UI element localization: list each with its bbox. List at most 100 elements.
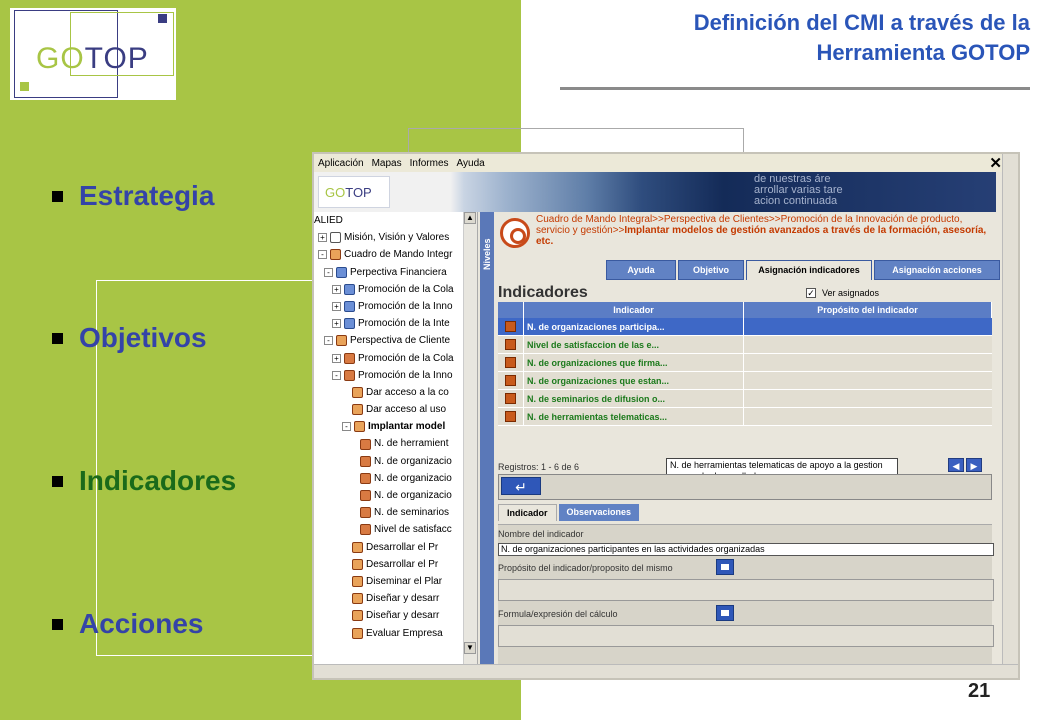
bullet-square xyxy=(52,475,63,487)
tree-item[interactable]: + Misión, Visión y Valores xyxy=(314,229,477,246)
ver-asignados-option[interactable]: ✓ Ver asignados xyxy=(806,288,879,298)
tree-item[interactable]: + Promoción de la Cola xyxy=(314,350,477,367)
tab-ayuda[interactable]: Ayuda xyxy=(606,260,676,280)
collapse-icon[interactable]: - xyxy=(324,267,333,277)
next-icon[interactable]: ▶ xyxy=(966,458,982,472)
table-row[interactable]: N. de herramientas telematicas... xyxy=(498,408,992,426)
expand-icon[interactable]: + xyxy=(318,233,327,243)
tree-node-icon xyxy=(360,507,371,519)
title-rule xyxy=(560,87,1030,90)
expand-icon[interactable]: + xyxy=(332,302,341,312)
tab-indicador[interactable]: Indicador xyxy=(498,504,557,521)
tree-item[interactable]: N. de organizacio xyxy=(314,453,477,470)
bullet-square xyxy=(52,618,63,630)
scroll-up-icon[interactable]: ▲ xyxy=(464,212,476,224)
window-horizontal-scrollbar[interactable] xyxy=(314,664,1018,678)
collapse-icon[interactable]: - xyxy=(332,370,341,380)
tree-item[interactable]: - Perpectiva Financiera xyxy=(314,264,477,281)
tree-item[interactable]: + Promoción de la Inte xyxy=(314,315,477,332)
table-row[interactable]: N. de seminarios de difusion o... xyxy=(498,390,992,408)
tree-item[interactable]: - Promoción de la Inno xyxy=(314,367,477,384)
tree-item[interactable]: + Promoción de la Cola xyxy=(314,281,477,298)
niveles-side-tab[interactable]: Niveles xyxy=(480,212,494,668)
tab-observaciones[interactable]: Observaciones xyxy=(558,504,640,521)
tree-item[interactable]: Dar acceso al uso xyxy=(314,401,477,418)
table-row[interactable]: N. de organizaciones que firma... xyxy=(498,354,992,372)
indicator-row-icon xyxy=(498,336,524,353)
indicator-icon xyxy=(505,321,516,332)
tree-root[interactable]: ALIED xyxy=(314,212,477,229)
tree-item-label: Promoción de la Inno xyxy=(358,300,453,312)
bullet-label: Indicadores xyxy=(79,465,237,496)
indicator-row-icon xyxy=(498,318,524,335)
tree-item-label: Nivel de satisfacc xyxy=(374,524,452,536)
collapse-icon[interactable]: - xyxy=(342,422,351,432)
tree-item[interactable]: N. de herramient xyxy=(314,435,477,452)
tree-item[interactable]: - Implantar model xyxy=(314,418,477,435)
tree-item[interactable]: Dar acceso a la co xyxy=(314,384,477,401)
tree-item[interactable]: N. de seminarios xyxy=(314,504,477,521)
title-line-2: Herramienta GOTOP xyxy=(816,40,1030,65)
header-indicador[interactable]: Indicador xyxy=(524,302,744,318)
logo-go: GO xyxy=(36,42,85,75)
tree-item[interactable]: N. de organizacio xyxy=(314,487,477,504)
tree-vertical-scrollbar[interactable]: ▲ ▼ xyxy=(463,212,477,668)
edit-proposito-icon[interactable] xyxy=(716,559,734,575)
tree-item[interactable]: Diseñar y desarr xyxy=(314,607,477,624)
table-row[interactable]: Nivel de satisfaccion de las e... xyxy=(498,336,992,354)
logo-dot-green xyxy=(20,82,29,91)
tree-item[interactable]: Nivel de satisfacc xyxy=(314,521,477,538)
tree-node-icon xyxy=(344,318,355,330)
window-vertical-scrollbar[interactable] xyxy=(1002,154,1018,678)
header-proposito[interactable]: Propósito del indicador xyxy=(744,302,992,318)
tree-item-label: Diseminar el Plar xyxy=(366,575,443,587)
tree-item-label: Promoción de la Inno xyxy=(358,369,453,381)
tree-node-icon xyxy=(330,232,341,244)
tree-item[interactable]: Diseminar el Plar xyxy=(314,573,477,590)
menu-ayuda[interactable]: Ayuda xyxy=(457,158,485,169)
scroll-down-icon[interactable]: ▼ xyxy=(464,642,476,654)
menu-aplicacion[interactable]: Aplicación xyxy=(318,158,364,169)
formula-textarea[interactable] xyxy=(498,625,994,647)
cell-indicador: N. de organizaciones participa... xyxy=(524,318,744,335)
collapse-icon[interactable]: - xyxy=(324,336,333,346)
header-icon-col xyxy=(498,302,524,318)
cell-proposito xyxy=(744,336,992,353)
tab-asignacion-indicadores[interactable]: Asignación indicadores xyxy=(746,260,872,280)
edit-formula-icon[interactable] xyxy=(716,605,734,621)
tab-objetivo[interactable]: Objetivo xyxy=(678,260,744,280)
collapse-icon[interactable]: - xyxy=(318,250,327,260)
close-icon[interactable]: ✕ xyxy=(989,154,1002,172)
tree-item-label: Evaluar Empresa xyxy=(366,627,443,639)
frame-line-top-right xyxy=(408,128,744,152)
tree-item[interactable]: - Cuadro de Mando Integr xyxy=(314,246,477,263)
tree-item[interactable]: Desarrollar el Pr xyxy=(314,539,477,556)
expand-icon[interactable]: + xyxy=(332,353,341,363)
tree-item[interactable]: N. de organizacio xyxy=(314,470,477,487)
menu-informes[interactable]: Informes xyxy=(410,158,449,169)
back-button[interactable]: ↵ xyxy=(501,477,541,495)
tree-node-icon xyxy=(360,438,371,450)
nombre-input[interactable]: N. de organizaciones participantes en la… xyxy=(498,543,994,556)
proposito-textarea[interactable] xyxy=(498,579,994,601)
expand-icon[interactable]: + xyxy=(332,319,341,329)
table-row[interactable]: N. de organizaciones que estan... xyxy=(498,372,992,390)
tree-item[interactable]: Evaluar Empresa xyxy=(314,625,477,642)
nombre-label: Nombre del indicador xyxy=(498,529,584,539)
table-row[interactable]: N. de organizaciones participa... xyxy=(498,318,992,336)
ver-asignados-checkbox[interactable]: ✓ xyxy=(806,288,816,298)
tree-item[interactable]: - Perspectiva de Cliente xyxy=(314,332,477,349)
menu-mapas[interactable]: Mapas xyxy=(372,158,402,169)
tree-item[interactable]: + Promoción de la Inno xyxy=(314,298,477,315)
bullet-label: Acciones xyxy=(79,608,204,639)
bullet-square xyxy=(52,332,63,344)
tab-asignacion-acciones[interactable]: Asignación acciones xyxy=(874,260,1000,280)
tree-item[interactable]: Diseñar y desarr xyxy=(314,590,477,607)
prev-icon[interactable]: ◀ xyxy=(948,458,964,472)
cell-indicador: N. de seminarios de difusion o... xyxy=(524,390,744,407)
bullet-indicadores: Indicadores xyxy=(52,465,236,497)
expand-icon[interactable]: + xyxy=(332,284,341,294)
banner-text: de nuestras áre arrollar varias tare aci… xyxy=(754,174,843,207)
tree-item[interactable]: Desarrollar el Pr xyxy=(314,556,477,573)
tab-bar: Ayuda Objetivo Asignación indicadores As… xyxy=(606,260,1000,280)
